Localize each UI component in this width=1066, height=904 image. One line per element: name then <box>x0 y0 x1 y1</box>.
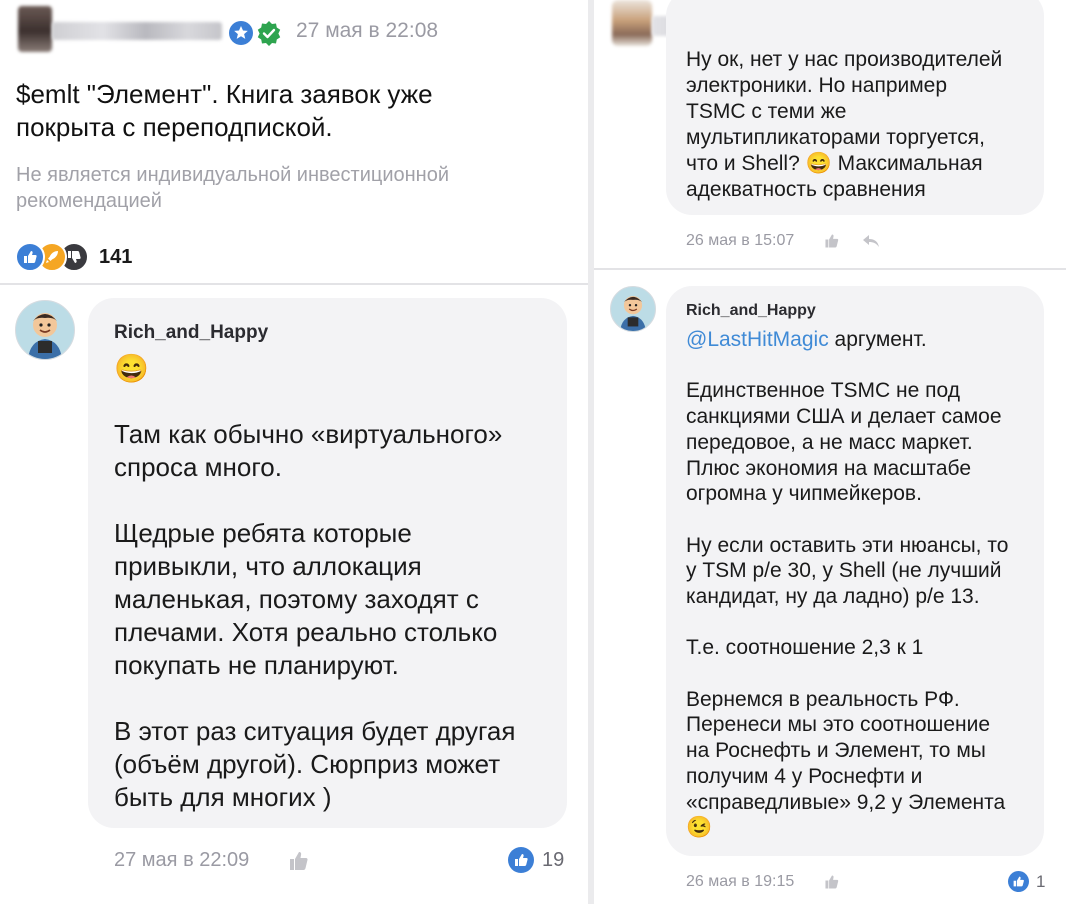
like-count-icon[interactable] <box>1008 871 1029 892</box>
post-timestamp: 27 мая в 22:08 <box>296 19 439 42</box>
smile-emoji: 😄 <box>114 353 149 384</box>
commenter-avatar[interactable] <box>15 300 75 360</box>
reactions-count: 141 <box>99 245 133 268</box>
comment-text: Там как обычно «виртуального» спроса мно… <box>114 419 516 812</box>
verified-check-icon <box>256 20 282 46</box>
section-divider <box>0 283 588 285</box>
post-reactions[interactable]: 141 <box>15 242 133 272</box>
like-count: 1 <box>1036 872 1046 891</box>
post-author-name[interactable] <box>52 22 222 40</box>
like-count-icon[interactable] <box>508 847 534 873</box>
comment-author[interactable]: Rich_and_Happy <box>114 322 268 344</box>
wink-emoji: 😉 <box>686 816 713 840</box>
like-icon <box>15 242 45 272</box>
post-disclaimer: Не является индивидуальной инвестиционно… <box>16 164 450 212</box>
thumbs-up-icon[interactable] <box>288 850 310 872</box>
comment-author[interactable]: Rich_and_Happy <box>686 302 816 320</box>
mention-link[interactable]: @LastHitMagic <box>686 328 829 351</box>
comment-text: @LastHitMagic аргумент. Единственное TSM… <box>686 328 1009 840</box>
commenter-avatar[interactable] <box>610 286 656 332</box>
column-divider <box>588 0 594 904</box>
thumbs-up-icon[interactable] <box>824 233 840 249</box>
post-text-line: покрыта с переподпиской. <box>16 112 333 142</box>
post-author-avatar[interactable] <box>18 6 52 52</box>
like-count: 19 <box>542 849 565 871</box>
post-text: $emlt "Элемент". Книга заявок уже покрыт… <box>16 78 433 144</box>
thumbs-up-icon[interactable] <box>824 874 840 890</box>
section-divider <box>594 268 1066 270</box>
comment-timestamp: 27 мая в 22:09 <box>114 849 250 871</box>
smile-emoji: 😄 <box>805 152 832 175</box>
comment-text: Ну ок, нет у нас производителей электрон… <box>686 48 1003 201</box>
comment-timestamp: 26 мая в 19:15 <box>686 873 795 890</box>
reply-icon[interactable] <box>862 233 880 249</box>
shield-badge-icon <box>228 20 254 46</box>
comment-timestamp: 26 мая в 15:07 <box>686 232 795 249</box>
commenter-avatar-blurred[interactable] <box>612 0 652 46</box>
post-text-line: $emlt "Элемент". Книга заявок уже <box>16 79 433 109</box>
